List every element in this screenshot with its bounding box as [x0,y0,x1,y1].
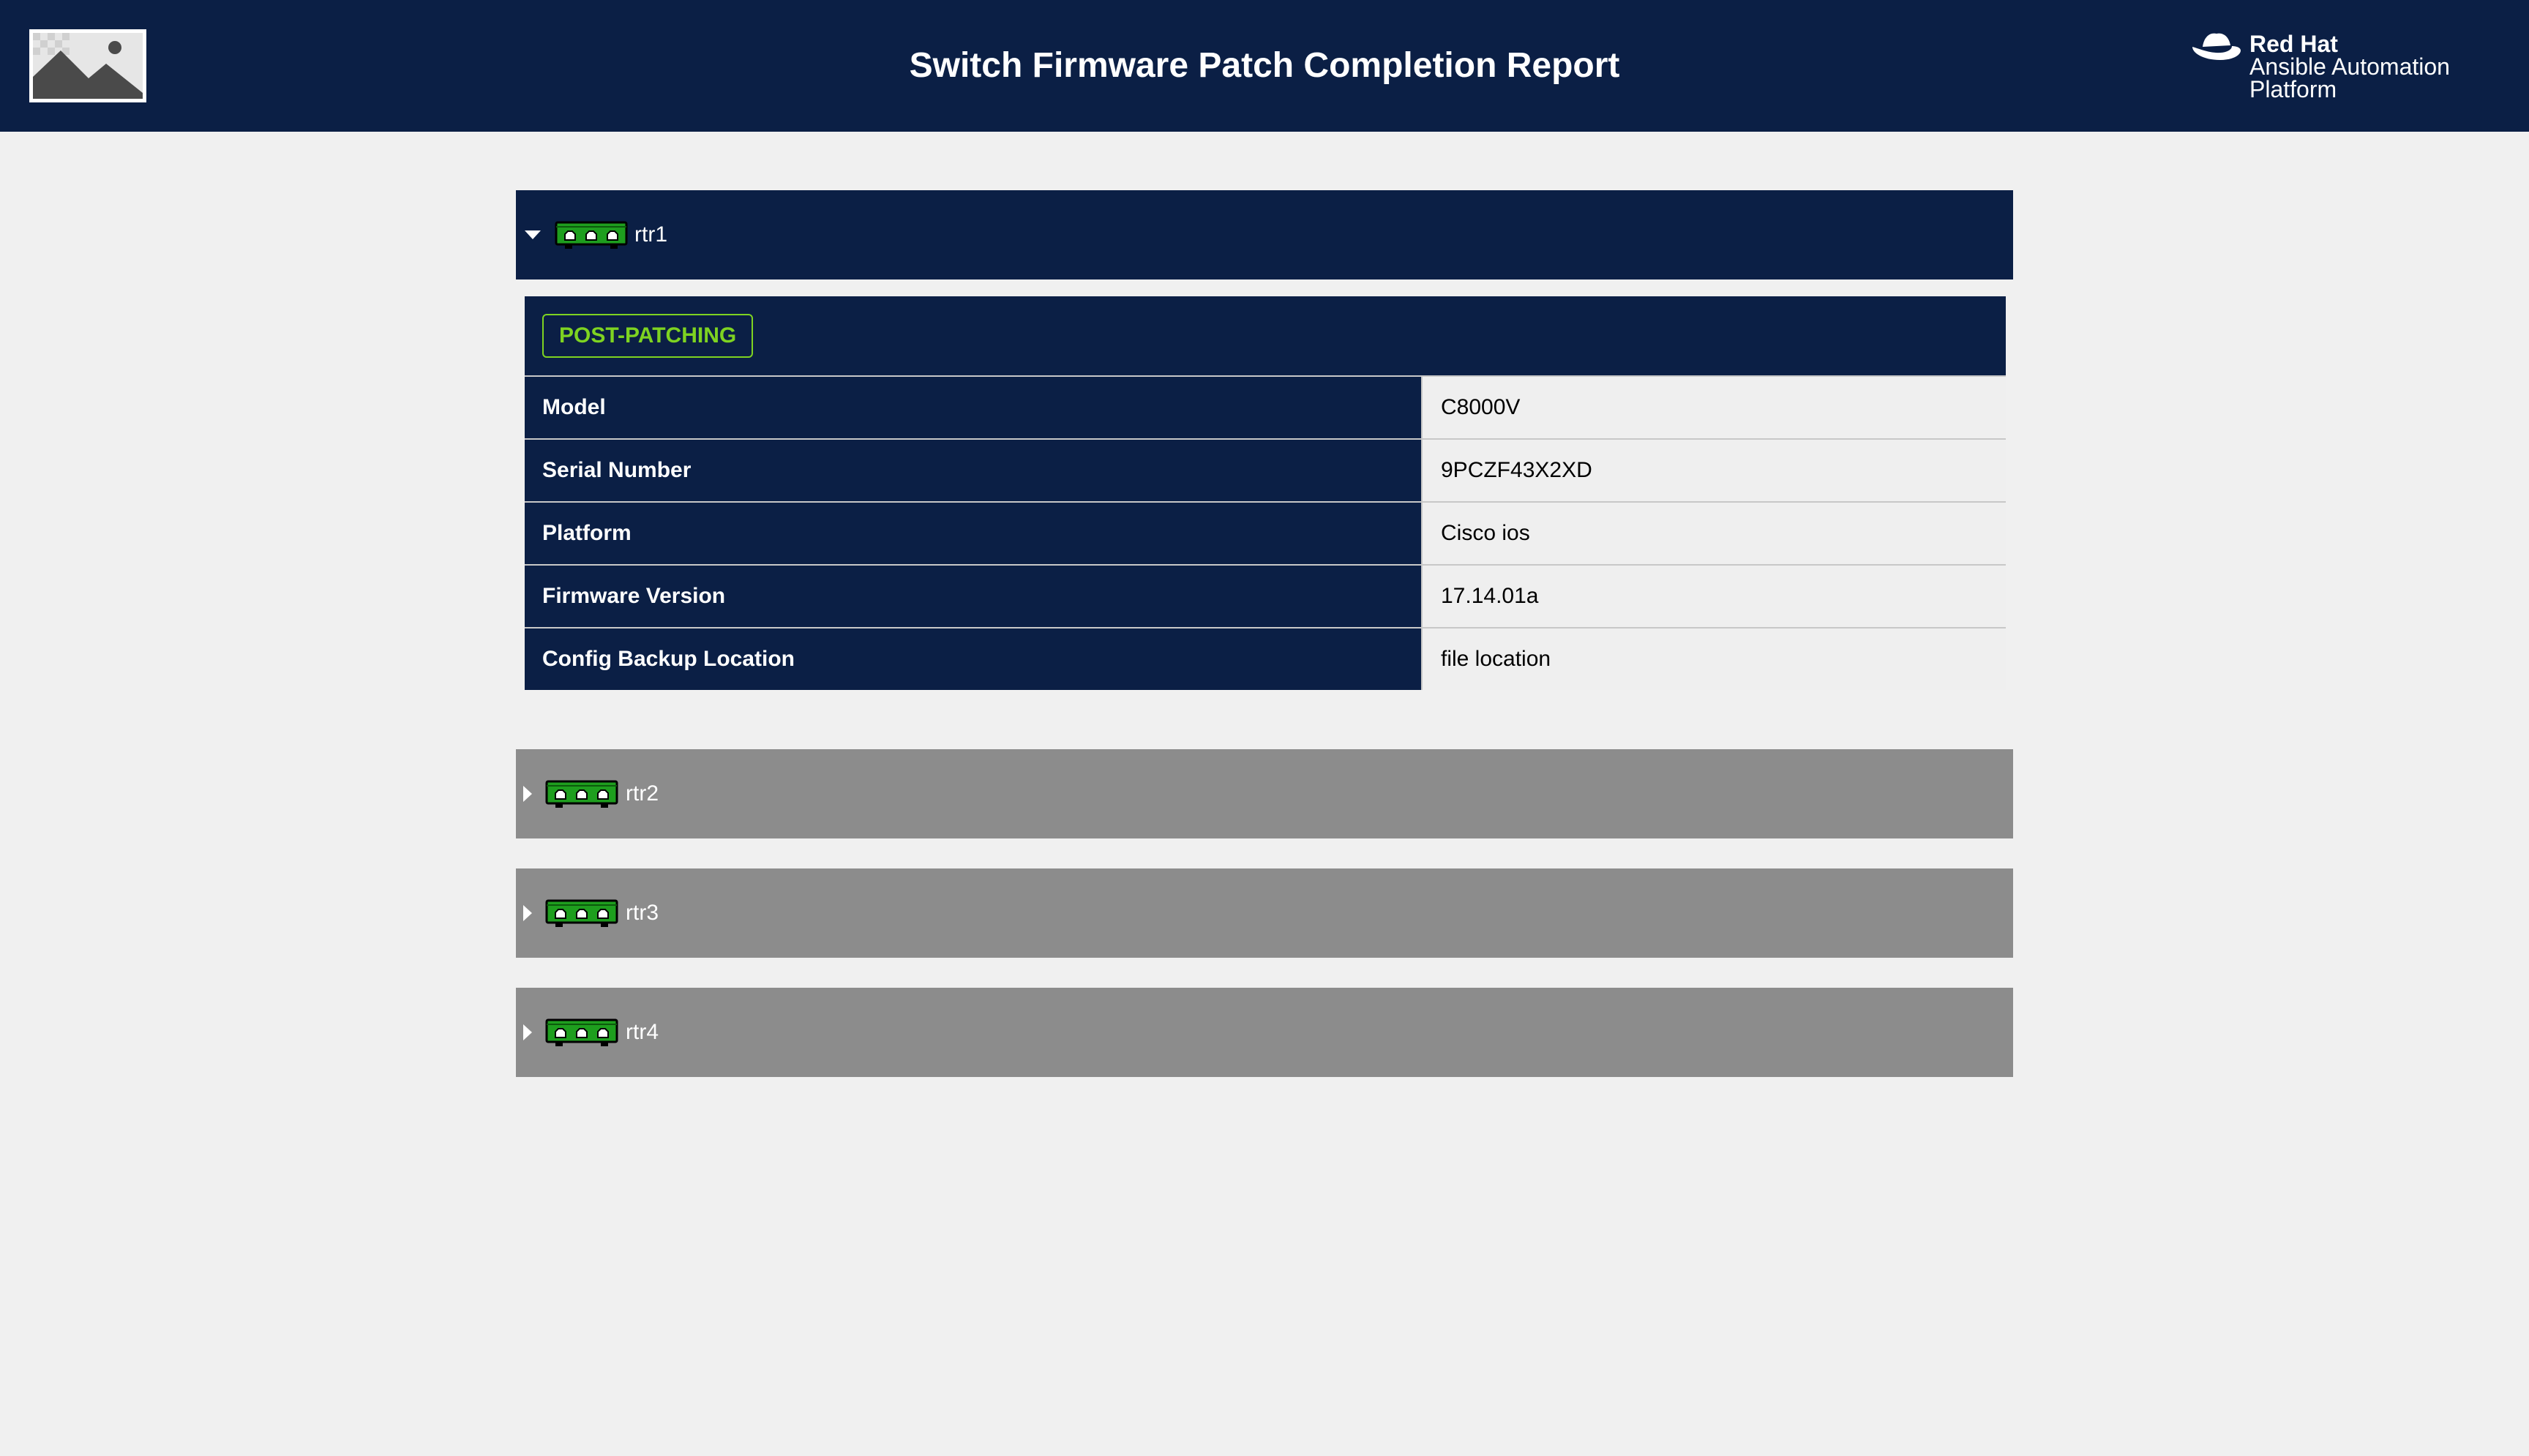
caret-right-icon [523,1024,532,1040]
host-name: rtr3 [626,901,659,925]
status-badge: POST-PATCHING [542,314,754,358]
host-panel-rtr2[interactable]: rtr2 [516,749,2013,838]
detail-key: Config Backup Location [542,647,795,671]
network-switch-icon [545,898,618,928]
detail-row-serial-number: Serial Number 9PCZF43X2XD [525,438,2006,501]
host-name: rtr2 [626,781,659,806]
detail-value: C8000V [1421,377,2006,438]
brand-product: Ansible Automation [2249,53,2450,80]
network-switch-icon [555,219,628,250]
red-hat-fedora-icon [2192,33,2241,60]
detail-key: Model [542,395,606,419]
host-panel-rtr4[interactable]: rtr4 [516,988,2013,1077]
detail-value: file location [1421,628,2006,690]
detail-key: Firmware Version [542,584,726,608]
host-details-rtr1: POST-PATCHING Model C8000V Serial Number… [525,296,2006,690]
detail-row-platform: Platform Cisco ios [525,501,2006,564]
brand-product-suffix: Platform [2249,76,2337,102]
host-panel-rtr1[interactable]: rtr1 [516,190,2013,279]
network-switch-icon [545,1017,618,1048]
caret-down-icon [525,230,541,239]
detail-value: 17.14.01a [1421,566,2006,627]
caret-right-icon [523,786,532,802]
brand-logo: Red Hat Ansible Automation Platform [2188,28,2510,108]
caret-right-icon [523,905,532,921]
detail-row-config-backup-location: Config Backup Location file location [525,627,2006,690]
page-title: Switch Firmware Patch Completion Report [909,46,1620,85]
detail-value: 9PCZF43X2XD [1421,440,2006,501]
detail-row-model: Model C8000V [525,375,2006,438]
detail-key: Serial Number [542,458,692,482]
detail-key: Platform [542,521,632,545]
host-name: rtr4 [626,1020,659,1044]
detail-row-firmware-version: Firmware Version 17.14.01a [525,564,2006,627]
network-switch-icon [545,778,618,809]
detail-value: Cisco ios [1421,503,2006,564]
host-name: rtr1 [634,222,667,247]
report-header: Switch Firmware Patch Completion Report … [0,0,2529,132]
brand-name: Red Hat [2249,31,2338,57]
host-panel-rtr3[interactable]: rtr3 [516,868,2013,958]
